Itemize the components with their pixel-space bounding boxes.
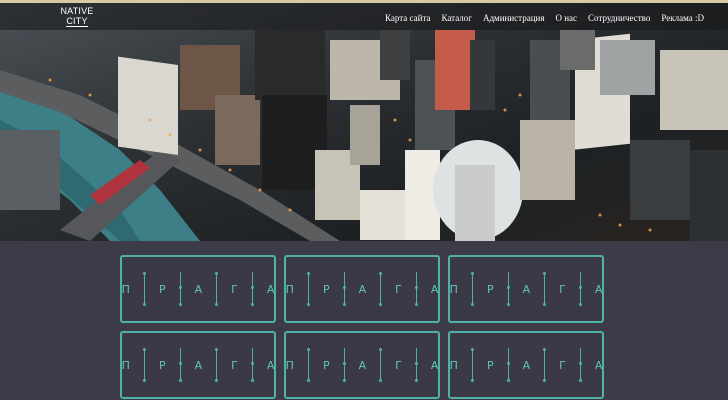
nav-sitemap[interactable]: Карта сайта xyxy=(385,13,431,23)
logo-line-1: NATIVE xyxy=(60,6,94,16)
card-letter: Р xyxy=(486,282,494,296)
city-card[interactable]: ПРАГА xyxy=(120,331,276,399)
decorative-pin-icon xyxy=(379,348,383,382)
card-letter: П xyxy=(285,282,294,296)
nav-administration[interactable]: Администрация xyxy=(483,13,545,23)
city-card-title: ПРАГА xyxy=(449,269,603,309)
decorative-pin-icon xyxy=(578,272,582,306)
card-letter: А xyxy=(594,358,603,372)
card-letter: П xyxy=(121,358,130,372)
decorative-pin-icon xyxy=(306,272,310,306)
decorative-pin-icon xyxy=(506,272,510,306)
city-aerial-photo xyxy=(0,30,728,241)
card-letter: П xyxy=(121,282,130,296)
decorative-pin-icon xyxy=(250,272,254,306)
city-card[interactable]: ПРАГА xyxy=(120,255,276,323)
decorative-pin-icon xyxy=(342,272,346,306)
card-letter: А xyxy=(430,282,439,296)
decorative-pin-icon xyxy=(215,348,219,382)
city-card-title: ПРАГА xyxy=(121,345,275,385)
card-letter: А xyxy=(194,282,203,296)
decorative-pin-icon xyxy=(470,272,474,306)
decorative-pin-icon xyxy=(142,272,146,306)
nav-catalog[interactable]: Каталог xyxy=(442,13,472,23)
card-letter: Г xyxy=(559,358,566,372)
card-letter: Р xyxy=(322,358,330,372)
decorative-pin-icon xyxy=(142,348,146,382)
nav-advertising[interactable]: Реклама :D xyxy=(661,13,704,23)
card-letter: П xyxy=(449,282,458,296)
card-letter: А xyxy=(522,358,531,372)
nav-cooperation[interactable]: Сотрудничество xyxy=(588,13,650,23)
card-letter: А xyxy=(430,358,439,372)
decorative-pin-icon xyxy=(414,348,418,382)
city-card-title: ПРАГА xyxy=(285,269,439,309)
card-letter: А xyxy=(594,282,603,296)
nav-about[interactable]: О нас xyxy=(555,13,577,23)
city-card[interactable]: ПРАГА xyxy=(284,255,440,323)
hero-banner: NATIVE CITY Карта сайта Каталог Админист… xyxy=(0,0,728,241)
card-letter: А xyxy=(266,282,275,296)
card-letter: Р xyxy=(158,282,166,296)
card-letter: Г xyxy=(231,282,238,296)
card-letter: А xyxy=(266,358,275,372)
decorative-pin-icon xyxy=(178,272,182,306)
card-letter: Г xyxy=(395,358,402,372)
card-letter: Р xyxy=(486,358,494,372)
city-cards-grid: ПРАГАПРАГАПРАГАПРАГАПРАГАПРАГА xyxy=(120,255,604,399)
decorative-pin-icon xyxy=(215,272,219,306)
city-card-title: ПРАГА xyxy=(285,345,439,385)
city-card[interactable]: ПРАГА xyxy=(448,255,604,323)
card-letter: Г xyxy=(559,282,566,296)
city-card[interactable]: ПРАГА xyxy=(448,331,604,399)
decorative-pin-icon xyxy=(414,272,418,306)
card-letter: А xyxy=(358,358,367,372)
card-letter: П xyxy=(285,358,294,372)
top-navigation-bar: NATIVE CITY Карта сайта Каталог Админист… xyxy=(0,0,728,30)
decorative-pin-icon xyxy=(470,348,474,382)
city-card-title: ПРАГА xyxy=(449,345,603,385)
logo-line-2: CITY xyxy=(66,16,88,27)
card-letter: Р xyxy=(322,282,330,296)
decorative-pin-icon xyxy=(543,348,547,382)
city-card-title: ПРАГА xyxy=(121,269,275,309)
decorative-pin-icon xyxy=(506,348,510,382)
card-letter: Р xyxy=(158,358,166,372)
decorative-pin-icon xyxy=(250,348,254,382)
city-card[interactable]: ПРАГА xyxy=(284,331,440,399)
decorative-pin-icon xyxy=(543,272,547,306)
card-letter: А xyxy=(358,282,367,296)
decorative-pin-icon xyxy=(178,348,182,382)
main-menu: Карта сайта Каталог Администрация О нас … xyxy=(374,13,704,23)
decorative-pin-icon xyxy=(379,272,383,306)
card-letter: А xyxy=(522,282,531,296)
site-logo[interactable]: NATIVE CITY xyxy=(58,6,96,27)
decorative-pin-icon xyxy=(342,348,346,382)
decorative-pin-icon xyxy=(306,348,310,382)
decorative-pin-icon xyxy=(578,348,582,382)
card-letter: Г xyxy=(231,358,238,372)
card-letter: П xyxy=(449,358,458,372)
card-letter: Г xyxy=(395,282,402,296)
card-letter: А xyxy=(194,358,203,372)
